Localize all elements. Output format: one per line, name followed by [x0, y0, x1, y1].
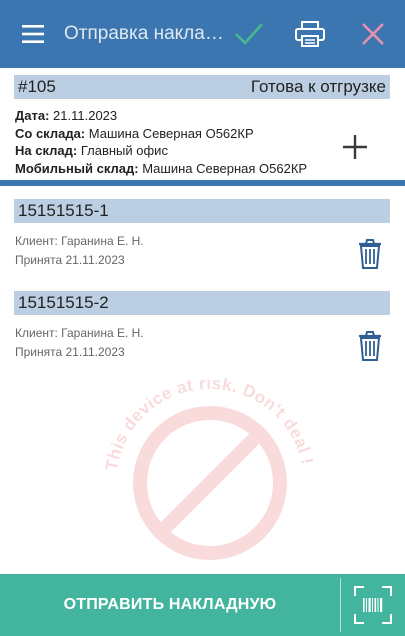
invoice-info: Дата: 21.11.2023 Со склада: Машина Север…: [15, 107, 307, 177]
prohibited-icon: This device at risk. Don't deal !: [102, 374, 317, 560]
to-warehouse-value: Главный офис: [80, 143, 168, 158]
barcode-scan-icon[interactable]: [341, 574, 405, 636]
list-item[interactable]: 15151515-2 Клиент: Гаранина Е. Н. Принят…: [0, 291, 405, 381]
date-value: 21.11.2023: [53, 108, 118, 123]
printer-icon[interactable]: [291, 0, 329, 68]
invoice-status: Готова к отгрузке: [250, 77, 386, 96]
date-row: Дата: 21.11.2023: [15, 107, 307, 125]
plus-icon[interactable]: [338, 130, 372, 164]
hamburger-icon[interactable]: [14, 0, 52, 68]
from-warehouse-label: Со склада:: [15, 125, 86, 141]
to-warehouse-row: На склад: Главный офис: [15, 142, 307, 160]
from-warehouse-value: Машина Северная О562КР: [88, 125, 254, 141]
item-code-bar: 15151515-1: [14, 199, 390, 223]
mobile-warehouse-row: Мобильный склад: Машина Северная О562КР: [15, 160, 307, 178]
item-accepted: Принята 21.11.2023: [15, 345, 125, 359]
page-title: Отправка накладной: [64, 23, 224, 44]
close-icon[interactable]: [355, 0, 391, 68]
from-warehouse-row: Со склада: Машина Северная О562КР: [15, 125, 307, 143]
risk-watermark: This device at risk. Don't deal !: [102, 374, 317, 588]
send-invoice-button[interactable]: ОТПРАВИТЬ НАКЛАДНУЮ: [0, 574, 340, 636]
checkmark-icon[interactable]: [231, 0, 267, 68]
to-warehouse-label: На склад:: [15, 143, 78, 158]
item-code: 15151515-2: [18, 293, 109, 312]
item-code: 15151515-1: [18, 201, 109, 220]
top-app-bar: Отправка накладной: [0, 0, 405, 68]
item-code-bar: 15151515-2: [14, 291, 390, 315]
mobile-warehouse-value: Машина Северная О562КР: [142, 160, 308, 176]
trash-icon[interactable]: [356, 330, 384, 362]
trash-icon[interactable]: [356, 238, 384, 270]
header-divider: [0, 180, 405, 186]
invoice-header-card: #105 Готова к отгрузке Дата: 21.11.2023 …: [0, 68, 405, 186]
date-label: Дата:: [15, 108, 50, 123]
mobile-warehouse-label: Мобильный склад:: [15, 160, 139, 176]
invoice-number: #105: [18, 77, 56, 96]
item-accepted: Принята 21.11.2023: [15, 253, 125, 267]
bottom-action-bar: ОТПРАВИТЬ НАКЛАДНУЮ: [0, 574, 405, 636]
list-item[interactable]: 15151515-1 Клиент: Гаранина Е. Н. Принят…: [0, 199, 405, 289]
item-client: Клиент: Гаранина Е. Н.: [15, 326, 144, 340]
item-client: Клиент: Гаранина Е. Н.: [15, 234, 144, 248]
invoice-number-bar: #105 Готова к отгрузке: [14, 75, 390, 99]
watermark-text: This device at risk. Don't deal !: [105, 378, 315, 472]
